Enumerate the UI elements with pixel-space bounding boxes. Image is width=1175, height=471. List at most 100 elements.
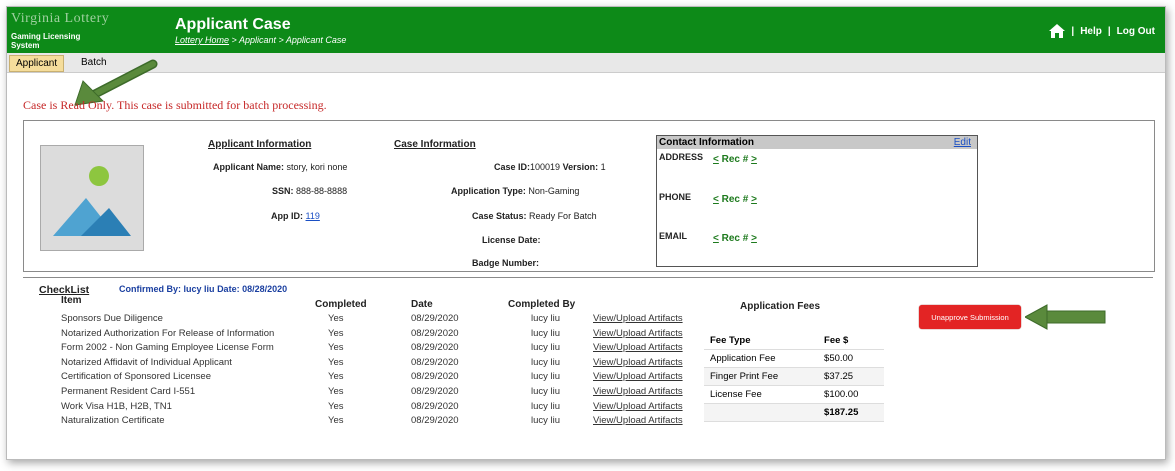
case-id-value: 100019	[530, 162, 561, 172]
fee-type: Finger Print Fee	[704, 367, 819, 386]
fee-type-header: Fee Type	[704, 332, 819, 350]
checklist-completed: Yes	[328, 313, 344, 324]
phone-prev-link[interactable]: <	[713, 194, 719, 205]
checklist-completed-by: lucy liu	[531, 313, 561, 324]
contact-info-title: Contact Information	[659, 137, 754, 148]
view-upload-artifacts-link[interactable]: View/Upload Artifacts	[593, 357, 683, 368]
view-upload-artifacts-link[interactable]: View/Upload Artifacts	[593, 386, 683, 397]
view-upload-artifacts-link[interactable]: View/Upload Artifacts	[593, 371, 683, 382]
email-prev-link[interactable]: <	[713, 233, 719, 244]
email-rec-label: Rec #	[721, 233, 749, 244]
applicant-name-label: Applicant Name:	[213, 162, 285, 172]
checklist-completed-by: lucy liu	[531, 386, 561, 397]
phone-rec-label: Rec #	[721, 194, 749, 205]
fee-amount: $50.00	[818, 349, 884, 368]
breadcrumb: Lottery Home > Applicant > Applicant Cas…	[175, 35, 346, 45]
home-icon[interactable]	[1049, 24, 1066, 38]
address-prev-link[interactable]: <	[713, 154, 719, 165]
checklist-item: Sponsors Due Diligence	[61, 313, 163, 324]
separator: |	[1107, 25, 1111, 37]
fee-amount-header: Fee $	[818, 332, 884, 350]
confirmed-by-label: Confirmed By:	[119, 284, 182, 294]
checklist-date: 08/29/2020	[411, 327, 459, 339]
case-info-header: Case Information	[394, 139, 476, 150]
fee-amount: $37.25	[818, 367, 884, 386]
checklist-completed-by: lucy liu	[531, 342, 561, 354]
view-upload-artifacts-link[interactable]: View/Upload Artifacts	[593, 415, 683, 426]
header-bar: Virginia Lottery Gaming Licensing System…	[7, 7, 1165, 53]
case-status-value: Ready For Batch	[529, 211, 597, 221]
checklist-completed: Yes	[328, 356, 344, 368]
app-type-value: Non-Gaming	[528, 186, 580, 196]
logout-link[interactable]: Log Out	[1117, 26, 1155, 37]
app-id-label: App ID:	[271, 211, 303, 221]
separator: |	[1071, 25, 1075, 37]
checklist-completed: Yes	[328, 327, 344, 339]
confirmed-date-value: 08/28/2020	[242, 284, 288, 294]
checklist-item: Permanent Resident Card I-551	[61, 386, 196, 397]
fee-row: Application Fee $50.00	[704, 349, 884, 368]
fees-table: Fee Type Fee $ Application Fee $50.00 Fin…	[704, 332, 884, 422]
checklist-item: Notarized Affidavit of Individual Applic…	[61, 356, 232, 368]
badge-number-label: Badge Number:	[472, 258, 540, 268]
case-summary-panel: Applicant Information Applicant Name: st…	[23, 120, 1155, 272]
checklist-item: Notarized Authorization For Release of I…	[61, 327, 275, 339]
fees-title: Application Fees	[740, 301, 821, 312]
col-header-completed: Completed	[315, 299, 367, 310]
phone-rec-nav: < Rec # >	[713, 194, 757, 205]
email-next-link[interactable]: >	[751, 233, 757, 244]
fee-row: Finger Print Fee $37.25	[704, 367, 884, 386]
contact-info-panel: Contact Information Edit ADDRESS < Rec #…	[656, 135, 978, 267]
view-upload-artifacts-link[interactable]: View/Upload Artifacts	[593, 328, 683, 339]
license-date-label: License Date:	[482, 235, 541, 245]
case-id-label: Case ID:	[494, 162, 531, 172]
phone-label: PHONE	[659, 192, 692, 202]
top-links: | Help | Log Out	[1049, 24, 1155, 38]
breadcrumb-home-link[interactable]: Lottery Home	[175, 35, 229, 45]
system-name: Gaming Licensing System	[11, 32, 81, 50]
view-upload-artifacts-link[interactable]: View/Upload Artifacts	[593, 342, 683, 353]
checklist-completed-by: lucy liu	[531, 400, 561, 412]
image-placeholder-icon	[41, 146, 143, 250]
checklist-date: 08/29/2020	[411, 356, 459, 368]
breadcrumb-rest: > Applicant > Applicant Case	[229, 35, 347, 45]
checklist-completed: Yes	[328, 386, 344, 397]
version-value: 1	[600, 162, 606, 172]
confirmed-by: Confirmed By: lucy liu Date: 08/28/2020	[119, 284, 287, 294]
checklist-panel: CheckList Confirmed By: lucy liu Date: 0…	[23, 277, 1153, 458]
fee-type: License Fee	[704, 385, 819, 404]
checklist-date: 08/29/2020	[411, 371, 459, 383]
version-label: Version:	[562, 162, 599, 172]
fees-header-row: Fee Type Fee $	[704, 332, 884, 350]
checklist-item: Naturalization Certificate	[61, 415, 165, 427]
address-rec-label: Rec #	[721, 154, 749, 165]
fee-row: License Fee $100.00	[704, 385, 884, 404]
help-link[interactable]: Help	[1080, 26, 1102, 37]
view-upload-artifacts-link[interactable]: View/Upload Artifacts	[593, 313, 683, 324]
unapprove-submission-button[interactable]: Unapprove Submission	[919, 305, 1021, 329]
phone-next-link[interactable]: >	[751, 194, 757, 205]
fee-total-row: $187.25	[704, 403, 884, 422]
checklist-completed: Yes	[328, 415, 344, 427]
view-upload-artifacts-link[interactable]: View/Upload Artifacts	[593, 401, 683, 412]
address-next-link[interactable]: >	[751, 154, 757, 165]
brand-logo: Virginia Lottery	[11, 11, 110, 26]
checklist-completed: Yes	[328, 400, 344, 412]
app-window: Virginia Lottery Gaming Licensing System…	[6, 6, 1166, 460]
fee-total: $187.25	[818, 403, 884, 422]
confirmed-by-value: lucy liu	[183, 284, 215, 294]
checklist-item: Form 2002 - Non Gaming Employee License …	[61, 342, 274, 354]
checklist-completed-by: lucy liu	[531, 371, 561, 383]
ssn-label: SSN:	[272, 186, 294, 196]
fee-total-spacer	[704, 403, 819, 422]
address-label: ADDRESS	[659, 152, 704, 162]
col-header-item: Item	[61, 295, 82, 306]
checklist-completed-by: lucy liu	[531, 415, 561, 427]
app-id-link[interactable]: 119	[306, 211, 320, 221]
checklist-completed: Yes	[328, 371, 344, 383]
email-label: EMAIL	[659, 231, 687, 241]
tab-applicant[interactable]: Applicant	[9, 55, 65, 72]
col-header-date: Date	[411, 299, 433, 310]
checklist-completed-by: lucy liu	[531, 356, 561, 368]
edit-contact-link[interactable]: Edit	[954, 136, 971, 149]
